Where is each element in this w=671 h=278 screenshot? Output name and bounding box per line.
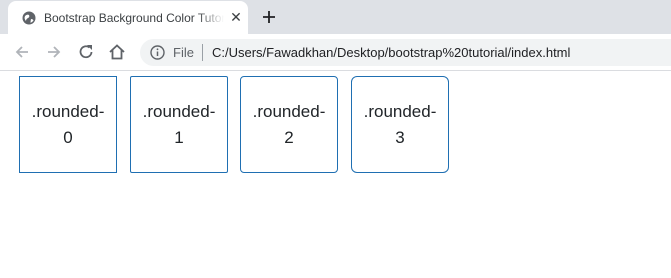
globe-icon [22, 11, 36, 25]
rounded-2-box: .rounded-2 [240, 76, 338, 173]
url-text[interactable]: C:/Users/Fawadkhan/Desktop/bootstrap%20t… [212, 45, 570, 60]
info-icon[interactable] [150, 45, 165, 60]
rounded-1-box: .rounded-1 [130, 76, 228, 173]
page-content: .rounded-0 .rounded-1 .rounded-2 .rounde… [0, 71, 671, 278]
box-label: .rounded-1 [142, 101, 216, 147]
rounded-3-box: .rounded-3 [351, 76, 449, 173]
back-arrow-icon[interactable] [12, 42, 32, 62]
box-label: .rounded-2 [252, 101, 326, 147]
reload-icon[interactable] [76, 42, 96, 62]
rounded-0-box: .rounded-0 [19, 76, 117, 173]
box-label: .rounded-3 [363, 101, 437, 147]
address-separator [202, 44, 203, 61]
home-icon[interactable] [107, 42, 127, 62]
tab-title: Bootstrap Background Color Tutorial [44, 11, 224, 25]
tab-strip: Bootstrap Background Color Tutorial ✕ [0, 0, 671, 34]
close-tab-icon[interactable]: ✕ [228, 9, 244, 25]
forward-arrow-icon[interactable] [44, 42, 64, 62]
address-bar[interactable]: File C:/Users/Fawadkhan/Desktop/bootstra… [140, 39, 671, 66]
browser-toolbar: File C:/Users/Fawadkhan/Desktop/bootstra… [0, 34, 671, 71]
new-tab-plus-icon[interactable] [260, 8, 278, 26]
scheme-label: File [173, 45, 194, 60]
box-label: .rounded-0 [31, 101, 105, 147]
browser-tab[interactable]: Bootstrap Background Color Tutorial ✕ [8, 1, 248, 34]
